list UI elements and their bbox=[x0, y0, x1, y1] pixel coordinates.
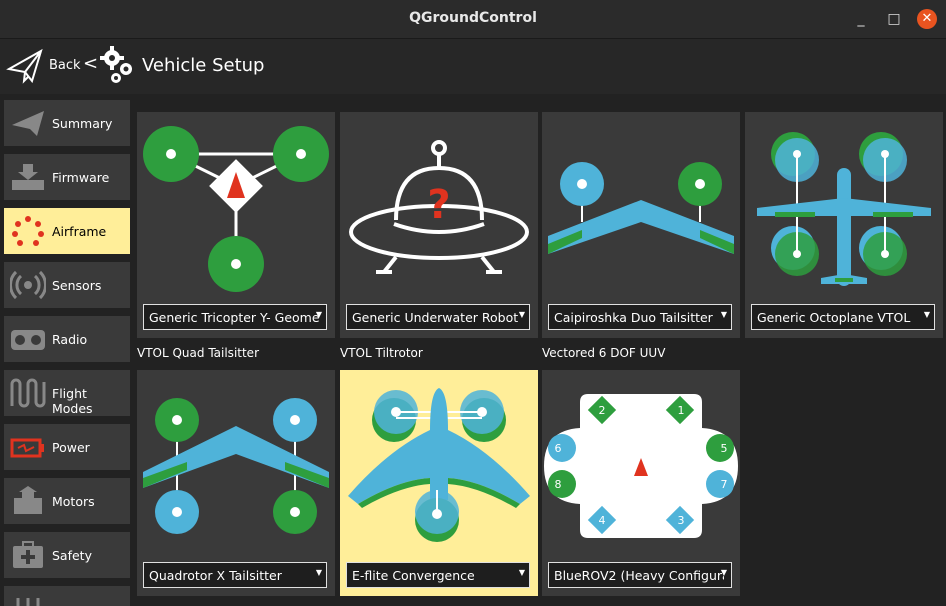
thruster-label: 3 bbox=[678, 514, 685, 527]
airframe-select[interactable]: Caipiroshka Duo Tailsitter ▼ bbox=[548, 304, 732, 330]
group-label: Vectored 6 DOF UUV bbox=[542, 346, 666, 360]
sidebar-item-firmware[interactable]: Firmware bbox=[4, 154, 130, 200]
sidebar-item-label: Firmware bbox=[52, 170, 110, 185]
sidebar-item-sensors[interactable]: Sensors bbox=[4, 262, 130, 308]
plane-icon bbox=[10, 108, 46, 138]
airframe-card-octoplane[interactable]: Generic Octoplane VTOL ▼ bbox=[745, 112, 943, 338]
sidebar-item-label: Safety bbox=[52, 548, 92, 563]
thruster-label: 4 bbox=[599, 514, 606, 527]
title-bar: QGroundControl _ □ ✕ bbox=[0, 0, 946, 39]
sidebar-item-label: Motors bbox=[52, 494, 95, 509]
sidebar-item-label: Flight Modes bbox=[52, 386, 93, 416]
minimize-button[interactable]: _ bbox=[851, 9, 871, 29]
airframe-card-bluerov[interactable]: 1 2 3 4 5 6 7 8 BlueROV2 (Heavy Configur… bbox=[542, 370, 740, 596]
chevron-down-icon: ▼ bbox=[315, 568, 322, 577]
thruster-label: 1 bbox=[678, 404, 685, 417]
duo-tailsitter-diagram bbox=[548, 162, 734, 254]
maximize-button[interactable]: □ bbox=[884, 9, 904, 29]
chevron-down-icon: ▼ bbox=[923, 310, 930, 319]
flight-modes-icon bbox=[10, 378, 46, 408]
airframe-grid: Generic Tricopter Y- Geometry ▼ ? Generi… bbox=[136, 98, 946, 606]
radio-icon bbox=[10, 324, 46, 354]
download-icon bbox=[10, 162, 46, 192]
group-label: VTOL Quad Tailsitter bbox=[137, 346, 259, 360]
back-icon[interactable] bbox=[6, 47, 44, 89]
sidebar-item-summary[interactable]: Summary bbox=[4, 100, 130, 146]
sidebar-item-motors[interactable]: Motors bbox=[4, 478, 130, 524]
airframe-card-tiltrotor[interactable]: E-flite Convergence ▼ bbox=[340, 370, 538, 596]
toolbar: Back < Vehicle Setup bbox=[0, 39, 946, 94]
svg-text:?: ? bbox=[427, 182, 450, 228]
sidebar-item-label: Airframe bbox=[52, 224, 107, 239]
thruster-label: 8 bbox=[555, 478, 562, 491]
window-title: QGroundControl bbox=[409, 10, 537, 26]
gears-icon bbox=[99, 45, 137, 89]
airframe-card-tricopter[interactable]: Generic Tricopter Y- Geometry ▼ bbox=[137, 112, 335, 338]
sidebar-item-label: Radio bbox=[52, 332, 88, 347]
tiltrotor-diagram bbox=[348, 388, 530, 542]
airframe-select[interactable]: Generic Tricopter Y- Geometry ▼ bbox=[143, 304, 327, 330]
airframe-select[interactable]: E-flite Convergence ▼ bbox=[346, 562, 530, 588]
close-button[interactable]: ✕ bbox=[917, 9, 937, 29]
octoplane-diagram bbox=[757, 132, 931, 286]
chevron-down-icon: ▼ bbox=[720, 568, 727, 577]
airframe-card-underwater-robot[interactable]: ? Generic Underwater Robot ▼ bbox=[340, 112, 538, 338]
quad-tailsitter-diagram bbox=[143, 398, 329, 534]
sidebar-item-radio[interactable]: Radio bbox=[4, 316, 130, 362]
airframe-select[interactable]: BlueROV2 (Heavy Configuration) ▼ bbox=[548, 562, 732, 588]
safety-icon bbox=[10, 540, 46, 570]
thruster-label: 7 bbox=[721, 478, 728, 491]
thruster-label: 5 bbox=[721, 442, 728, 455]
sensors-icon bbox=[9, 270, 47, 300]
airframe-card-duo-tailsitter[interactable]: Caipiroshka Duo Tailsitter ▼ bbox=[542, 112, 740, 338]
ufo-diagram: ? bbox=[349, 140, 529, 274]
sidebar-item-label: Summary bbox=[52, 116, 113, 131]
battery-icon bbox=[10, 432, 46, 462]
chevron-down-icon: ▼ bbox=[518, 310, 525, 319]
chevron-down-icon: ▼ bbox=[720, 310, 727, 319]
chevron-down-icon: ▼ bbox=[518, 568, 525, 577]
airframe-select[interactable]: Generic Underwater Robot ▼ bbox=[346, 304, 530, 330]
tuning-icon bbox=[10, 594, 46, 606]
sidebar-item-tuning[interactable] bbox=[4, 586, 130, 606]
bluerov-diagram: 1 2 3 4 5 6 7 8 bbox=[544, 394, 738, 538]
airframe-icon bbox=[10, 216, 46, 246]
page-title: Vehicle Setup bbox=[142, 55, 265, 76]
setup-sidebar: Summary Firmware Airframe Sensors Radio … bbox=[0, 98, 133, 606]
group-label: VTOL Tiltrotor bbox=[340, 346, 423, 360]
breadcrumb-separator: < bbox=[83, 53, 99, 74]
sidebar-item-label: Power bbox=[52, 440, 90, 455]
motor-icon bbox=[10, 486, 46, 516]
thruster-label: 6 bbox=[555, 442, 562, 455]
sidebar-item-power[interactable]: Power bbox=[4, 424, 130, 470]
chevron-down-icon: ▼ bbox=[315, 310, 322, 319]
sidebar-item-airframe[interactable]: Airframe bbox=[4, 208, 130, 254]
back-button[interactable]: Back bbox=[49, 58, 81, 73]
tricopter-diagram bbox=[143, 126, 329, 292]
thruster-label: 2 bbox=[599, 404, 606, 417]
sidebar-item-flight-modes[interactable]: Flight Modes bbox=[4, 370, 130, 416]
sidebar-item-label: Sensors bbox=[52, 278, 102, 293]
airframe-select[interactable]: Generic Octoplane VTOL ▼ bbox=[751, 304, 935, 330]
airframe-card-quad-tailsitter[interactable]: Quadrotor X Tailsitter ▼ bbox=[137, 370, 335, 596]
airframe-select[interactable]: Quadrotor X Tailsitter ▼ bbox=[143, 562, 327, 588]
sidebar-item-safety[interactable]: Safety bbox=[4, 532, 130, 578]
